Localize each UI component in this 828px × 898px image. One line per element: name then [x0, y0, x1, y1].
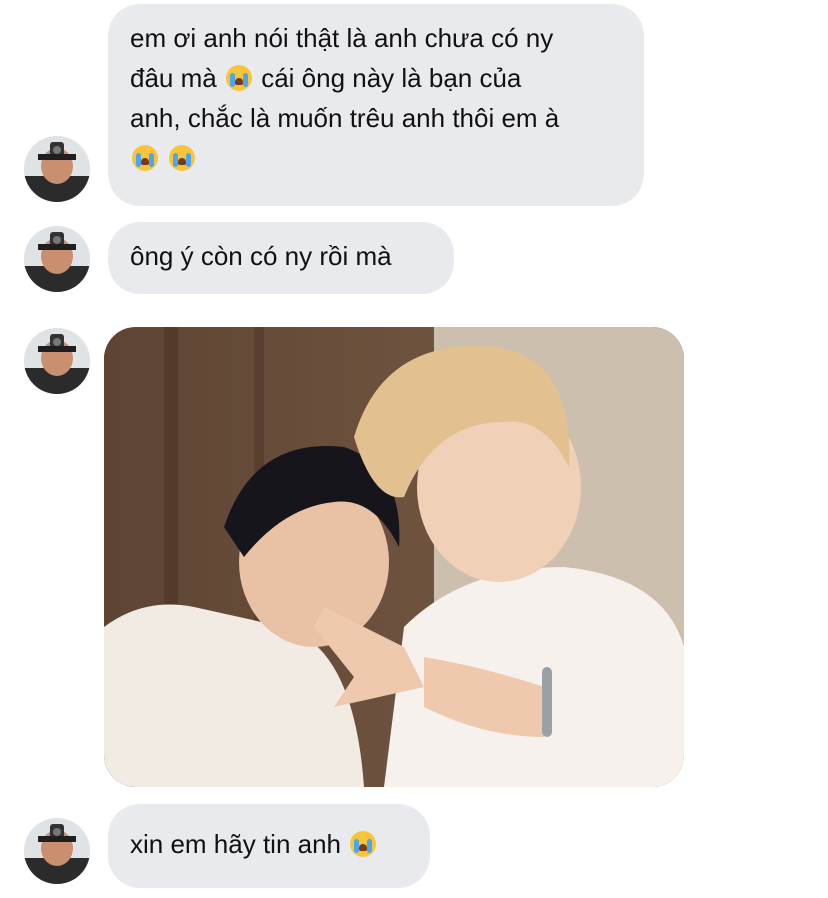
crying-face-icon	[350, 831, 377, 857]
avatar[interactable]	[24, 226, 90, 292]
crying-face-icon	[132, 145, 158, 171]
avatar-image	[24, 818, 90, 884]
avatar-image	[24, 328, 90, 394]
message-text-line: đâu mà cái ông này là bạn của	[130, 63, 522, 93]
message-row-2: ông ý còn có ny rồi mà	[0, 222, 828, 294]
avatar[interactable]	[24, 136, 90, 202]
avatar[interactable]	[24, 818, 90, 884]
message-text-line: xin em hãy tin anh	[130, 824, 408, 864]
crying-face-icon	[225, 65, 252, 91]
message-bubble[interactable]: ông ý còn có ny rồi mà	[108, 222, 454, 294]
message-row-4: xin em hãy tin anh	[0, 804, 828, 888]
message-bubble[interactable]: xin em hãy tin anh	[108, 804, 430, 888]
message-text: ông ý còn có ny rồi mà	[130, 241, 392, 271]
photo-image	[104, 327, 684, 787]
message-emoji-line	[130, 138, 622, 178]
message-bubble[interactable]: em ơi anh nói thật là anh chưa có ny đâu…	[108, 4, 644, 206]
avatar-image	[24, 136, 90, 202]
crying-face-icon	[169, 145, 196, 171]
avatar-image	[24, 226, 90, 292]
message-row-1: em ơi anh nói thật là anh chưa có ny đâu…	[0, 4, 828, 206]
message-text-line: em ơi anh nói thật là anh chưa có ny	[130, 23, 554, 53]
photo-message[interactable]	[104, 327, 684, 787]
avatar[interactable]	[24, 328, 90, 394]
message-text-line: anh, chắc là muốn trêu anh thôi em à	[130, 103, 560, 133]
